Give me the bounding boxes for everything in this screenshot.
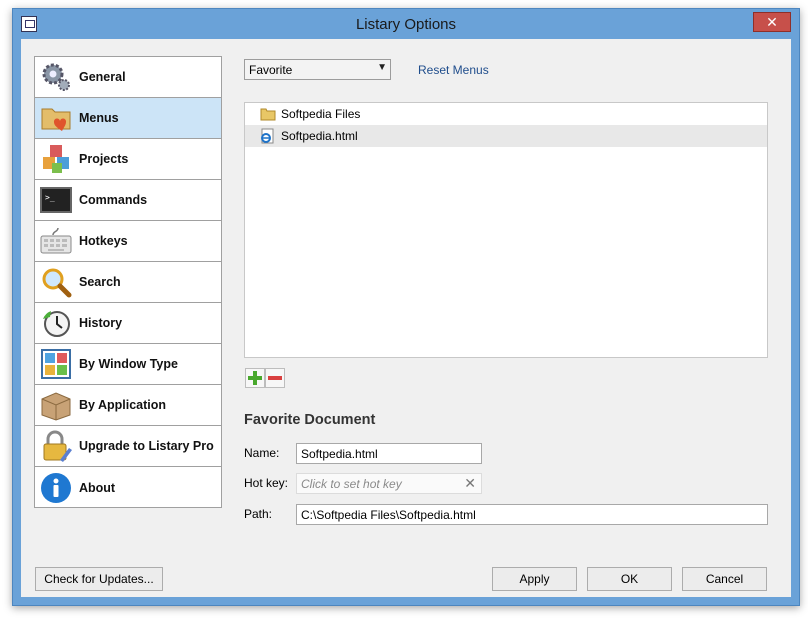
gear-icon [40, 61, 72, 93]
window-title: Listary Options [355, 16, 457, 33]
cancel-button[interactable]: Cancel [682, 567, 767, 591]
package-icon [40, 389, 72, 421]
sidebar-item-label: Upgrade to Listary Pro [79, 439, 214, 453]
lock-icon [40, 430, 72, 462]
list-item[interactable]: Softpedia Files [245, 103, 767, 125]
check-updates-button[interactable]: Check for Updates... [35, 567, 163, 591]
folder-heart-icon [40, 102, 72, 134]
hotkey-field[interactable]: Click to set hot key ✕ [296, 473, 482, 494]
window-grid-icon [40, 348, 72, 380]
magnifier-icon [40, 266, 72, 298]
sidebar-item-upgrade[interactable]: Upgrade to Listary Pro [35, 426, 221, 467]
list-item-label: Softpedia Files [281, 107, 361, 121]
close-button[interactable]: ✕ [753, 12, 791, 32]
clear-hotkey-icon[interactable]: ✕ [464, 475, 476, 492]
minus-icon [268, 376, 282, 380]
cubes-icon [40, 143, 72, 175]
terminal-icon: >_ [40, 184, 72, 216]
reset-menus-link[interactable]: Reset Menus [418, 63, 489, 77]
hotkey-label: Hot key: [244, 476, 289, 490]
sidebar-item-general[interactable]: General [35, 57, 221, 98]
keyboard-icon [40, 225, 72, 257]
folder-icon [260, 106, 276, 122]
section-title: Favorite Document [244, 412, 376, 428]
path-label: Path: [244, 507, 273, 521]
sidebar-item-search[interactable]: Search [35, 262, 221, 303]
name-label: Name: [244, 446, 280, 460]
info-icon [40, 472, 72, 504]
apply-button[interactable]: Apply [492, 567, 577, 591]
sidebar-item-label: General [79, 70, 126, 84]
sidebar-item-label: History [79, 316, 123, 330]
menu-selector-dropdown[interactable]: Favorite ▼ [244, 59, 391, 80]
sidebar-item-label: Projects [79, 152, 129, 166]
plus-icon [248, 371, 262, 385]
remove-favorite-button[interactable] [265, 368, 285, 388]
svg-text:>_: >_ [45, 193, 55, 202]
chevron-down-icon: ▼ [377, 62, 387, 73]
sidebar-item-projects[interactable]: Projects [35, 139, 221, 180]
sidebar-item-label: About [79, 480, 116, 495]
sidebar-item-history[interactable]: History [35, 303, 221, 344]
sidebar-item-label: Commands [79, 193, 148, 207]
sidebar-item-label: Menus [79, 111, 119, 125]
ok-button[interactable]: OK [587, 567, 672, 591]
path-field[interactable]: C:\Softpedia Files\Softpedia.html [296, 504, 768, 525]
sidebar-item-commands[interactable]: >_ Commands [35, 180, 221, 221]
hotkey-placeholder: Click to set hot key [301, 477, 402, 491]
sidebar-item-label: By Window Type [79, 357, 178, 371]
html-file-icon [260, 128, 276, 144]
sidebar-item-by-application[interactable]: By Application [35, 385, 221, 426]
list-item[interactable]: Softpedia.html [245, 125, 767, 147]
sidebar-item-by-window-type[interactable]: By Window Type [35, 344, 221, 385]
title-bar[interactable]: Listary Options ✕ [13, 9, 799, 39]
sidebar-nav: General Menus Projects >_ Commands Hotke… [34, 56, 222, 508]
sidebar-item-menus[interactable]: Menus [35, 98, 221, 139]
sidebar-item-label: By Application [79, 398, 167, 412]
add-favorite-button[interactable] [245, 368, 265, 388]
sidebar-item-about[interactable]: About [35, 467, 221, 508]
sidebar-item-label: Search [79, 275, 121, 289]
menu-selector-value: Favorite [249, 63, 293, 77]
list-item-label: Softpedia.html [281, 129, 358, 143]
favorites-list[interactable]: Softpedia Files Softpedia.html [244, 102, 768, 358]
clock-icon [40, 307, 72, 339]
sidebar-item-hotkeys[interactable]: Hotkeys [35, 221, 221, 262]
sidebar-item-label: Hotkeys [79, 234, 128, 248]
options-window: Listary Options ✕ General Menus Projects… [12, 8, 800, 606]
name-field[interactable]: Softpedia.html [296, 443, 482, 464]
dialog-client: General Menus Projects >_ Commands Hotke… [21, 39, 791, 597]
